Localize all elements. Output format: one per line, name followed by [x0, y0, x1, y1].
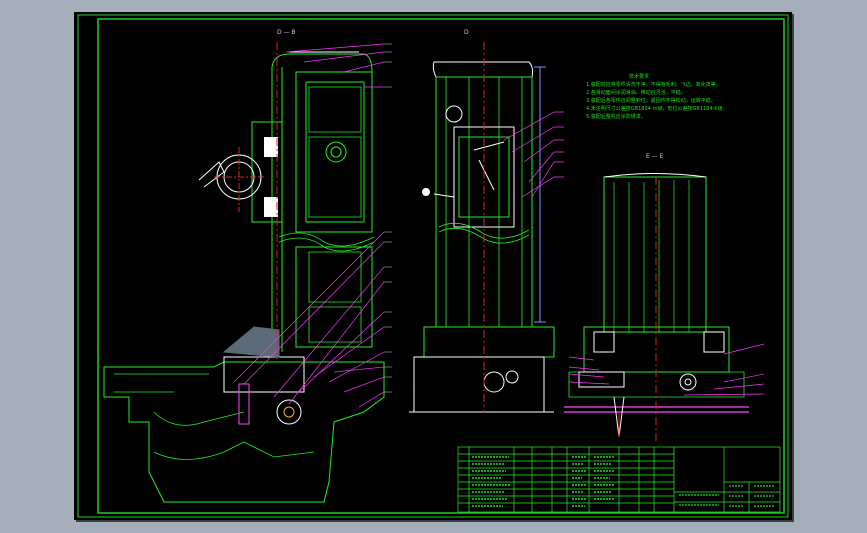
note-line-4: 4.未注明尺寸公差按GB1804-m级，形位公差按GB1184-K级。 [586, 105, 728, 112]
note-line-3: 3.装配后各零件应调整到位，紧固件不得松动，运转平稳。 [586, 97, 716, 104]
middle-view [409, 42, 555, 413]
middle-leaders [503, 111, 564, 198]
notes-title: 技术要求 [629, 73, 649, 80]
left-balloon-ends [384, 43, 392, 393]
assembly-drawing: 技术要求 1.装配前应将零件清洗干净，不得有毛刺、飞边、氧化皮等。 2.各滑动面… [77, 14, 789, 518]
title-block [457, 446, 781, 513]
cad-viewport: 技术要求 1.装配前应将零件清洗干净，不得有毛刺、飞边、氧化皮等。 2.各滑动面… [0, 0, 867, 533]
left-view-label: D — B [277, 29, 296, 36]
note-line-5: 5.装配后整机应涂防锈漆。 [586, 113, 646, 120]
note-line-1: 1.装配前应将零件清洗干净，不得有毛刺、飞边、氧化皮等。 [586, 81, 721, 88]
left-section-view [103, 42, 385, 503]
note-line-2: 2.各滑动面间涂润滑油，移动应灵活、平稳。 [586, 89, 686, 96]
drawing-sheet: 技术要求 1.装配前应将零件清洗干净，不得有毛刺、飞边、氧化皮等。 2.各滑动面… [74, 12, 792, 520]
middle-view-label: D [464, 29, 469, 36]
technical-notes: 技术要求 1.装配前应将零件清洗干净，不得有毛刺、飞边、氧化皮等。 2.各滑动面… [586, 73, 728, 120]
right-view-label: E — E [646, 153, 664, 160]
right-section-view [564, 173, 749, 442]
